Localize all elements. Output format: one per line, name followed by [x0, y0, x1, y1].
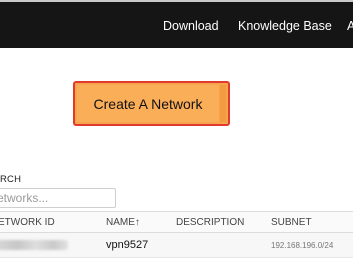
create-network-button-edge	[220, 85, 226, 122]
nav-link-truncated[interactable]: A	[347, 19, 353, 33]
search-label: RCH	[0, 174, 22, 185]
search-networks-input[interactable]	[0, 188, 116, 208]
nav-link-knowledge-base[interactable]: Knowledge Base	[238, 19, 332, 33]
network-id-blurred	[0, 240, 68, 250]
column-header-subnet[interactable]: SUBNET	[271, 217, 312, 228]
nav-link-download[interactable]: Download	[163, 19, 219, 33]
column-header-name[interactable]: NAME↑	[106, 217, 140, 228]
networks-table-header: ETWORK ID NAME↑ DESCRIPTION SUBNET	[0, 211, 353, 233]
top-nav-bar: Download Knowledge Base A	[0, 0, 353, 48]
column-header-description[interactable]: DESCRIPTION	[176, 217, 244, 228]
create-network-button[interactable]: Create A Network	[73, 81, 230, 126]
table-row[interactable]: vpn9527 192.168.196.0/24	[0, 233, 353, 258]
network-subnet-cell: 192.168.196.0/24	[271, 241, 334, 250]
column-header-network-id[interactable]: ETWORK ID	[0, 217, 55, 228]
create-network-button-label: Create A Network	[77, 85, 219, 122]
network-name-cell: vpn9527	[106, 239, 149, 251]
